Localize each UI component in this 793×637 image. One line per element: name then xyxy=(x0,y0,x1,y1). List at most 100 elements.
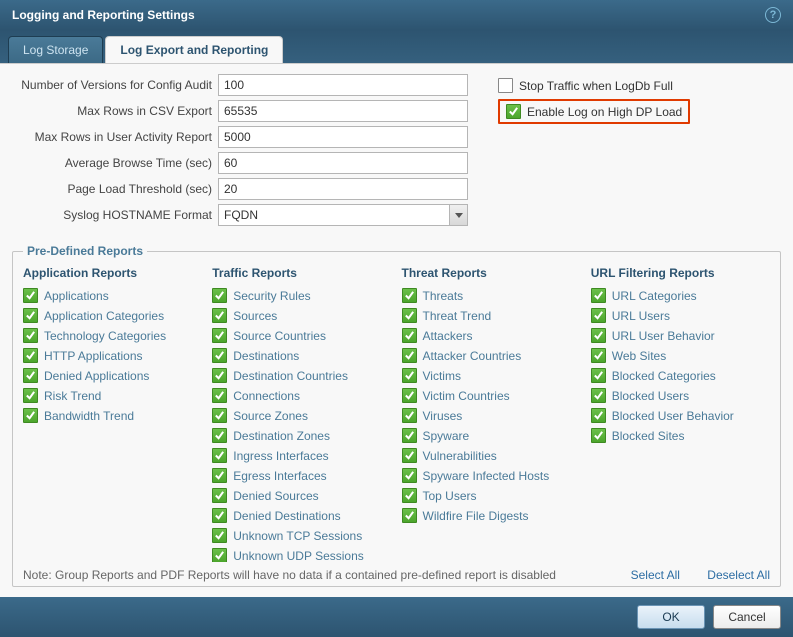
report-item[interactable]: Technology Categories xyxy=(23,326,202,345)
checkbox-icon xyxy=(402,468,417,483)
report-item[interactable]: Denied Applications xyxy=(23,366,202,385)
checkbox-stop-traffic[interactable]: Stop Traffic when LogDb Full xyxy=(498,76,690,95)
report-item[interactable]: Destinations xyxy=(212,346,391,365)
report-item[interactable]: Application Categories xyxy=(23,306,202,325)
report-item[interactable]: Attacker Countries xyxy=(402,346,581,365)
report-item[interactable]: Source Countries xyxy=(212,326,391,345)
report-item[interactable]: Blocked Users xyxy=(591,386,770,405)
checkbox-icon xyxy=(23,408,38,423)
report-item[interactable]: Unknown TCP Sessions xyxy=(212,526,391,545)
report-item[interactable]: Victims xyxy=(402,366,581,385)
report-item-label: Wildfire File Digests xyxy=(423,509,529,523)
input-pageload[interactable] xyxy=(218,178,468,200)
select-all-link[interactable]: Select All xyxy=(631,568,680,582)
report-item[interactable]: URL User Behavior xyxy=(591,326,770,345)
input-activity[interactable] xyxy=(218,126,468,148)
report-item[interactable]: Victim Countries xyxy=(402,386,581,405)
dialog-title: Logging and Reporting Settings xyxy=(12,8,195,22)
checkbox-icon xyxy=(212,308,227,323)
report-item-label: Blocked Users xyxy=(612,389,689,403)
label-csv: Max Rows in CSV Export xyxy=(12,104,212,118)
checkbox-icon xyxy=(212,408,227,423)
report-item-label: Threat Trend xyxy=(423,309,492,323)
report-item[interactable]: URL Categories xyxy=(591,286,770,305)
chevron-down-icon xyxy=(449,205,467,225)
report-item[interactable]: Bandwidth Trend xyxy=(23,406,202,425)
report-item[interactable]: Blocked User Behavior xyxy=(591,406,770,425)
checkbox-icon xyxy=(402,428,417,443)
report-item[interactable]: Security Rules xyxy=(212,286,391,305)
input-versions[interactable] xyxy=(218,74,468,96)
tab-log-export-reporting[interactable]: Log Export and Reporting xyxy=(105,36,283,63)
checkbox-enable-highdp[interactable]: Enable Log on High DP Load xyxy=(498,99,690,124)
checkbox-icon xyxy=(591,368,606,383)
report-item[interactable]: Viruses xyxy=(402,406,581,425)
report-item-label: Vulnerabilities xyxy=(423,449,497,463)
checkbox-icon xyxy=(23,308,38,323)
cancel-button[interactable]: Cancel xyxy=(713,605,781,629)
report-col-threat: Threat ReportsThreatsThreat TrendAttacke… xyxy=(402,264,581,562)
report-item[interactable]: URL Users xyxy=(591,306,770,325)
report-item[interactable]: HTTP Applications xyxy=(23,346,202,365)
report-item-label: Applications xyxy=(44,289,109,303)
report-item[interactable]: Denied Sources xyxy=(212,486,391,505)
report-item-label: Viruses xyxy=(423,409,463,423)
input-csv[interactable] xyxy=(218,100,468,122)
report-item-label: Unknown TCP Sessions xyxy=(233,529,362,543)
report-item-label: Victim Countries xyxy=(423,389,510,403)
checkbox-icon xyxy=(591,308,606,323)
report-item[interactable]: Unknown UDP Sessions xyxy=(212,546,391,562)
report-item-label: Denied Applications xyxy=(44,369,149,383)
report-item[interactable]: Top Users xyxy=(402,486,581,505)
report-item[interactable]: Threat Trend xyxy=(402,306,581,325)
report-item[interactable]: Threats xyxy=(402,286,581,305)
checkbox-icon xyxy=(591,408,606,423)
checkbox-icon xyxy=(402,408,417,423)
report-item-label: Denied Sources xyxy=(233,489,318,503)
report-item-label: Victims xyxy=(423,369,461,383)
report-item[interactable]: Ingress Interfaces xyxy=(212,446,391,465)
report-item[interactable]: Blocked Sites xyxy=(591,426,770,445)
report-item[interactable]: Destination Countries xyxy=(212,366,391,385)
report-item-label: Denied Destinations xyxy=(233,509,340,523)
checkbox-stop-traffic-label: Stop Traffic when LogDb Full xyxy=(519,79,673,93)
checkbox-icon xyxy=(23,288,38,303)
tab-log-storage[interactable]: Log Storage xyxy=(8,36,103,63)
report-item-label: URL Users xyxy=(612,309,670,323)
help-icon[interactable]: ? xyxy=(765,7,781,23)
report-item-label: HTTP Applications xyxy=(44,349,143,363)
report-item[interactable]: Risk Trend xyxy=(23,386,202,405)
report-item[interactable]: Connections xyxy=(212,386,391,405)
checkbox-icon xyxy=(402,488,417,503)
checkbox-icon xyxy=(402,388,417,403)
report-item[interactable]: Egress Interfaces xyxy=(212,466,391,485)
checkbox-icon xyxy=(212,548,227,562)
report-item[interactable]: Source Zones xyxy=(212,406,391,425)
report-item[interactable]: Web Sites xyxy=(591,346,770,365)
report-item[interactable]: Spyware xyxy=(402,426,581,445)
ok-button[interactable]: OK xyxy=(637,605,705,629)
report-item[interactable]: Spyware Infected Hosts xyxy=(402,466,581,485)
report-item-label: URL User Behavior xyxy=(612,329,715,343)
deselect-all-link[interactable]: Deselect All xyxy=(707,568,770,582)
checkbox-icon xyxy=(212,528,227,543)
report-item-label: Blocked Sites xyxy=(612,429,685,443)
checkbox-icon xyxy=(591,388,606,403)
select-syslog[interactable]: FQDN xyxy=(218,204,468,226)
report-item-label: Connections xyxy=(233,389,300,403)
report-item[interactable]: Applications xyxy=(23,286,202,305)
report-item[interactable]: Sources xyxy=(212,306,391,325)
checkbox-icon xyxy=(591,328,606,343)
report-item-label: Web Sites xyxy=(612,349,666,363)
report-item[interactable]: Attackers xyxy=(402,326,581,345)
checkbox-icon xyxy=(402,348,417,363)
report-item[interactable]: Vulnerabilities xyxy=(402,446,581,465)
report-item[interactable]: Denied Destinations xyxy=(212,506,391,525)
report-item-label: Threats xyxy=(423,289,464,303)
report-item[interactable]: Wildfire File Digests xyxy=(402,506,581,525)
checkbox-icon xyxy=(591,348,606,363)
report-item[interactable]: Blocked Categories xyxy=(591,366,770,385)
input-browse[interactable] xyxy=(218,152,468,174)
report-item[interactable]: Destination Zones xyxy=(212,426,391,445)
titlebar: Logging and Reporting Settings ? xyxy=(0,0,793,30)
